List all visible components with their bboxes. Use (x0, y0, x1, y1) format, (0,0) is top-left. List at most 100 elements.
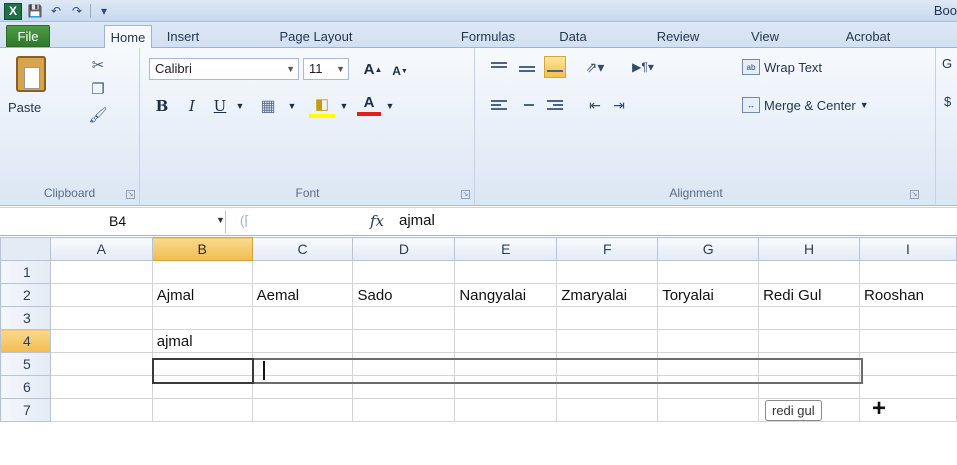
wrap-text-button[interactable]: ab Wrap Text (742, 56, 822, 78)
column-header-c[interactable]: C (251, 237, 354, 261)
cell[interactable] (251, 329, 354, 353)
cell[interactable] (657, 398, 760, 422)
cell[interactable] (49, 283, 153, 307)
cell[interactable]: Rooshan (858, 283, 957, 307)
column-header-d[interactable]: D (352, 237, 456, 261)
decrease-indent-icon[interactable]: ⇤ (584, 94, 606, 116)
cell[interactable] (49, 329, 153, 353)
align-center-icon[interactable] (516, 94, 538, 116)
cell[interactable]: Aemal (251, 283, 354, 307)
font-color-button[interactable]: A (357, 92, 381, 116)
column-header-f[interactable]: F (556, 237, 659, 261)
align-left-icon[interactable] (488, 94, 510, 116)
column-header-g[interactable]: G (657, 237, 760, 261)
undo-icon[interactable]: ↶ (48, 3, 64, 19)
font-name-combo[interactable]: Calibri ▼ (149, 58, 299, 80)
cell[interactable] (151, 306, 253, 330)
cell[interactable] (657, 329, 760, 353)
tab-review[interactable]: Review (646, 25, 710, 47)
cell[interactable] (758, 329, 860, 353)
cell[interactable] (251, 306, 354, 330)
cell[interactable] (352, 375, 456, 399)
cut-icon[interactable]: ✂ (86, 54, 110, 76)
copy-icon[interactable]: ❐ (86, 78, 110, 100)
cell[interactable] (657, 352, 760, 376)
text-direction-icon[interactable]: ▶¶▾ (626, 56, 660, 78)
grow-font-button[interactable]: A ▲ (361, 57, 385, 81)
currency-button-edge[interactable]: $ (944, 94, 951, 109)
cell[interactable] (49, 306, 153, 330)
cell[interactable] (454, 352, 558, 376)
cell[interactable] (352, 260, 456, 284)
chevron-down-icon[interactable]: ▼ (383, 94, 397, 118)
row-header[interactable]: 2 (0, 283, 51, 307)
shrink-font-button[interactable]: A ▼ (389, 59, 411, 83)
cell[interactable] (251, 352, 354, 376)
customize-icon[interactable]: ▾ (96, 3, 112, 19)
increase-indent-icon[interactable]: ⇥ (608, 94, 630, 116)
cell[interactable] (151, 375, 253, 399)
column-header-h[interactable]: H (758, 237, 860, 261)
cell[interactable] (858, 306, 957, 330)
cell[interactable] (657, 375, 760, 399)
cell[interactable] (858, 352, 957, 376)
cell[interactable] (758, 306, 860, 330)
font-launcher-icon[interactable]: ↘ (461, 190, 470, 199)
alignment-launcher-icon[interactable]: ↘ (910, 190, 919, 199)
cell[interactable]: Zmaryalai (556, 283, 659, 307)
align-middle-icon[interactable] (516, 56, 538, 78)
cell[interactable] (454, 398, 558, 422)
merge-center-button[interactable]: ↔ Merge & Center ▼ (742, 94, 869, 116)
cell[interactable] (352, 306, 456, 330)
column-header-b[interactable]: B (151, 237, 253, 261)
number-format-combo-edge[interactable]: G (942, 56, 952, 71)
bold-button[interactable]: B (151, 94, 173, 118)
cell[interactable] (454, 260, 558, 284)
cell[interactable] (454, 306, 558, 330)
cell[interactable] (556, 352, 659, 376)
cell[interactable] (251, 375, 354, 399)
active-cell[interactable]: ajmal (151, 329, 253, 353)
tab-page-layout[interactable]: Page Layout (266, 25, 366, 47)
cell[interactable] (151, 398, 253, 422)
cell[interactable] (151, 352, 253, 376)
cell[interactable] (49, 375, 153, 399)
row-header[interactable]: 1 (0, 260, 51, 284)
cell[interactable] (49, 352, 153, 376)
row-header[interactable]: 3 (0, 306, 51, 330)
row-header[interactable]: 7 (0, 398, 51, 422)
column-header-i[interactable]: I (858, 237, 957, 261)
cell[interactable] (352, 329, 456, 353)
cell[interactable] (151, 260, 253, 284)
row-header[interactable]: 5 (0, 352, 51, 376)
cell[interactable] (657, 260, 760, 284)
column-header-a[interactable]: A (49, 237, 153, 261)
cell[interactable] (251, 260, 354, 284)
name-box[interactable]: B4 ▼ (4, 211, 226, 233)
fill-color-icon[interactable]: ◧ (309, 94, 335, 118)
row-header[interactable]: 4 (0, 329, 51, 353)
chevron-down-icon[interactable]: ▼ (337, 94, 351, 118)
formula-expand-icon[interactable]: (⌈ (240, 213, 249, 229)
cell[interactable] (49, 260, 153, 284)
insert-function-icon[interactable]: fx (370, 212, 384, 230)
chevron-down-icon[interactable]: ▼ (216, 215, 225, 225)
font-size-combo[interactable]: 11 ▼ (303, 58, 349, 80)
cell[interactable] (657, 306, 760, 330)
cell[interactable]: Toryalai (657, 283, 760, 307)
align-bottom-icon[interactable] (544, 56, 566, 78)
cell[interactable] (352, 352, 456, 376)
tab-insert[interactable]: Insert (153, 25, 213, 47)
cell[interactable] (758, 375, 860, 399)
cell[interactable] (858, 260, 957, 284)
cell[interactable] (556, 306, 659, 330)
cell[interactable] (556, 398, 659, 422)
cell[interactable]: Sado (352, 283, 456, 307)
cell[interactable] (454, 375, 558, 399)
redo-icon[interactable]: ↷ (69, 3, 85, 19)
cell[interactable]: Nangyalai (454, 283, 558, 307)
underline-button[interactable]: U (209, 94, 231, 118)
row-header[interactable]: 6 (0, 375, 51, 399)
select-all-corner[interactable] (0, 237, 51, 261)
cell[interactable] (758, 352, 860, 376)
